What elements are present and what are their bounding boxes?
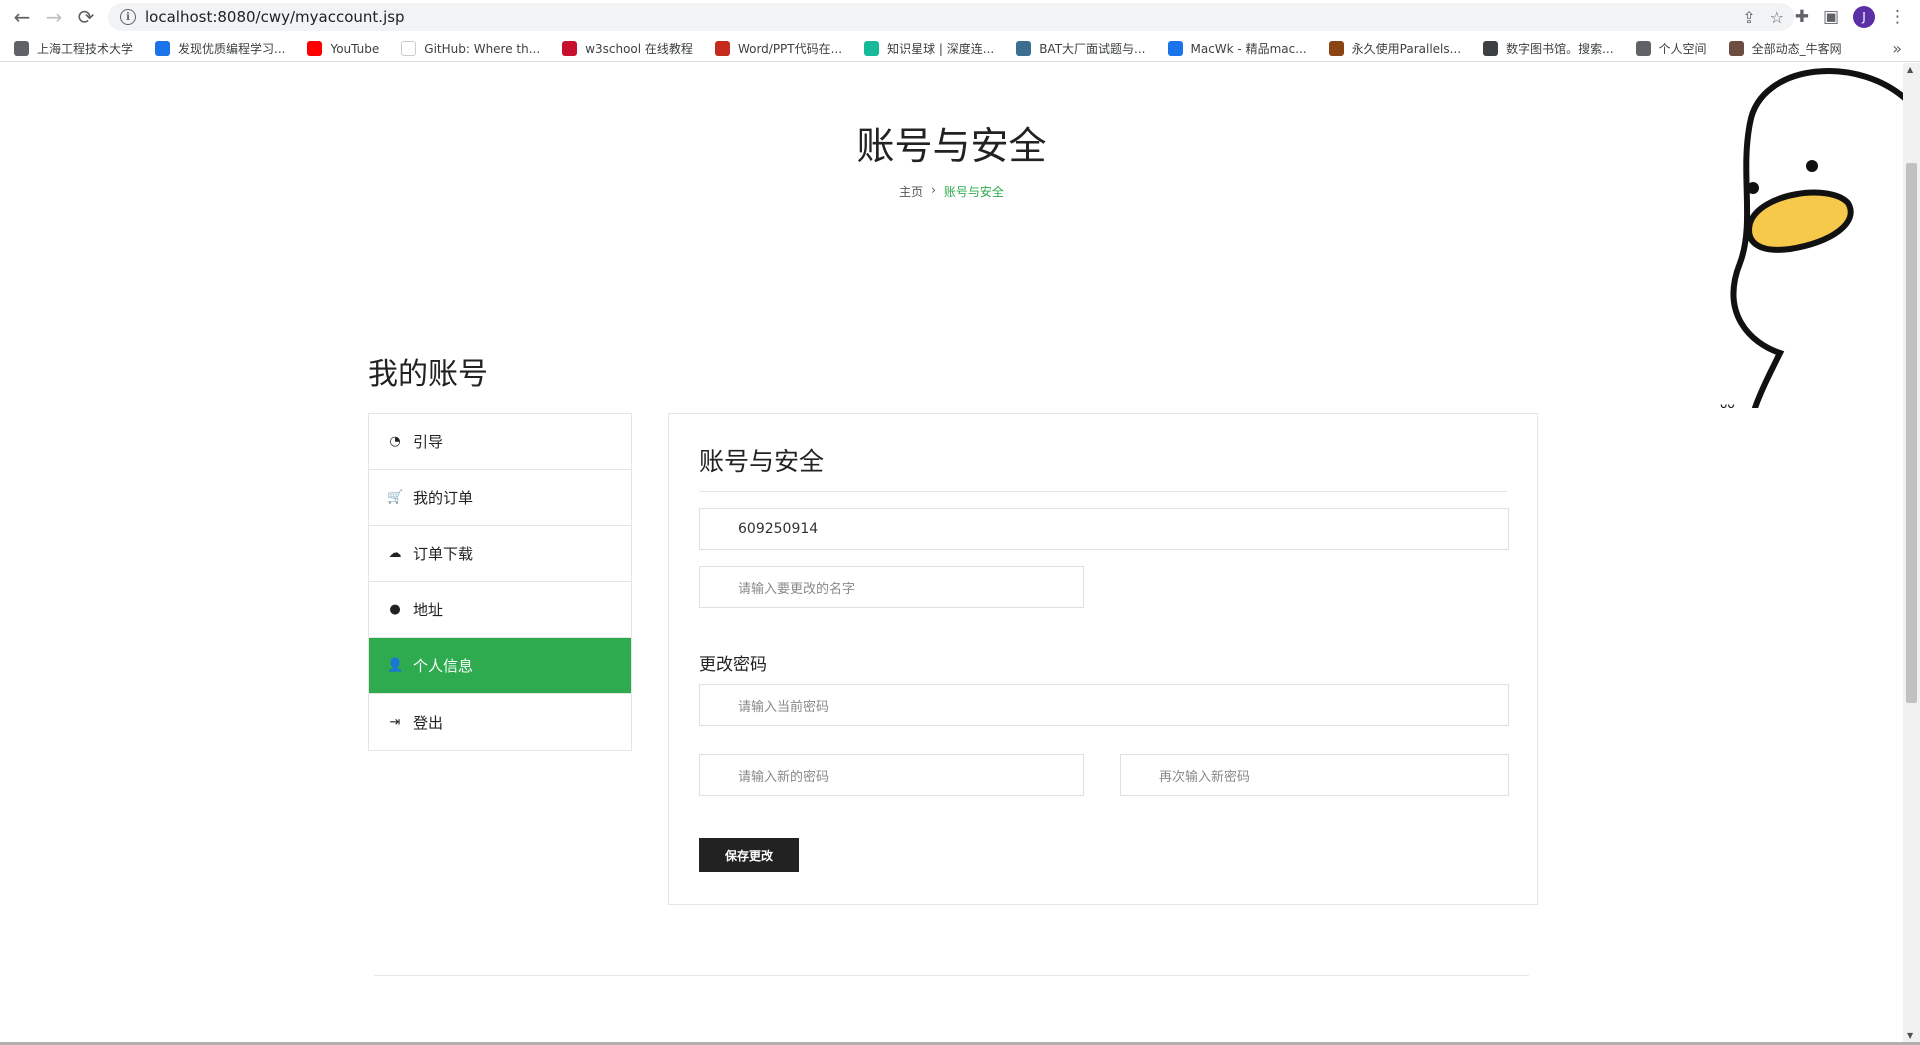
extensions-icon[interactable]: ✚	[1795, 7, 1809, 27]
account-sidebar: ◔ 引导 🛒 我的订单 ☁ 订单下载 ● 地址 👤 个人信息 ⇥ 登出	[368, 413, 632, 751]
bookmark-label: 知识星球 | 深度连...	[887, 42, 995, 56]
sidebar-item[interactable]: ⇥ 登出	[369, 694, 631, 750]
breadcrumb-home[interactable]: 主页	[899, 183, 923, 200]
code-icon	[155, 41, 171, 56]
account-field[interactable]: 609250914	[699, 508, 1509, 550]
youtube-icon	[307, 41, 323, 56]
new-password-field[interactable]: 请输入新的密码	[699, 754, 1084, 796]
user-icon: 👤	[387, 658, 404, 673]
bookmark-item[interactable]: 永久使用Parallels...	[1328, 40, 1462, 57]
sign-out-icon: ⇥	[389, 714, 401, 730]
sidebar-item[interactable]: 👤 个人信息	[369, 638, 631, 694]
duck-mascot-illustration: ᴗᴗ	[1720, 67, 1910, 408]
github-icon	[401, 41, 417, 56]
bookmark-item[interactable]: 个人空间	[1635, 40, 1707, 57]
site-info-icon[interactable]: i	[120, 9, 136, 25]
bookmark-star-icon[interactable]: ☆	[1770, 8, 1784, 27]
section-title: 我的账号	[368, 357, 488, 392]
bookmark-item[interactable]: MacWk - 精品mac...	[1167, 40, 1307, 57]
reload-icon[interactable]: ⟳	[70, 1, 102, 33]
side-panel-icon[interactable]: ▣	[1823, 7, 1839, 27]
forward-arrow-icon[interactable]: →	[38, 1, 70, 33]
zsxq-icon	[864, 41, 880, 56]
bookmark-item[interactable]: BAT大厂面试题与...	[1016, 40, 1146, 57]
sidebar-item[interactable]: ◔ 引导	[369, 414, 631, 470]
bookmark-label: MacWk - 精品mac...	[1190, 42, 1307, 56]
sidebar-item-label: 订单下载	[413, 545, 474, 563]
bookmark-label: 永久使用Parallels...	[1351, 42, 1462, 56]
map-marker-icon: ●	[389, 602, 401, 617]
dashboard-icon: ◔	[389, 434, 401, 449]
address-url[interactable]: localhost:8080/cwy/myaccount.jsp	[145, 8, 405, 26]
confirm-password-field[interactable]: 再次输入新密码	[1120, 754, 1509, 796]
word-icon	[714, 41, 730, 56]
bookmark-item[interactable]: 知识星球 | 深度连...	[864, 40, 994, 57]
bookmark-item[interactable]: 数字图书馆。搜索...	[1483, 40, 1614, 57]
bat-icon	[1016, 41, 1032, 56]
sidebar-item-label: 个人信息	[413, 657, 474, 675]
menu-kebab-icon[interactable]: ⋮	[1889, 7, 1906, 27]
bookmarks-bar: 上海工程技术大学 发现优质编程学习... YouTube GitHub: Where …	[0, 36, 1920, 62]
bookmark-item[interactable]: GitHub: Where th...	[401, 41, 540, 56]
scroll-up-arrow-icon[interactable]: ▲	[1907, 65, 1913, 74]
panel-title: 账号与安全	[699, 447, 825, 476]
password-section-title: 更改密码	[699, 655, 767, 675]
bookmark-label: Word/PPT代码在...	[737, 42, 843, 56]
bookmark-label: 个人空间	[1658, 42, 1707, 56]
parallels-icon	[1328, 41, 1344, 56]
svg-text:ᴗᴗ: ᴗᴗ	[1720, 397, 1735, 408]
page-scrollbar[interactable]: ▲ ▼	[1903, 63, 1920, 1042]
bookmark-label: 上海工程技术大学	[37, 42, 134, 56]
breadcrumb-current: 账号与安全	[943, 185, 1004, 199]
bookmark-label: 发现优质编程学习...	[178, 42, 286, 56]
profile-avatar[interactable]: J	[1853, 6, 1875, 28]
sidebar-item-label: 引导	[413, 433, 444, 451]
bookmarks-overflow-icon[interactable]: »	[1892, 39, 1902, 58]
bookmark-item[interactable]: YouTube	[307, 41, 379, 56]
divider	[699, 491, 1507, 492]
account-security-panel: 账号与安全 609250914 请输入要更改的名字 更改密码 请输入当前密码 请…	[668, 413, 1538, 905]
w3school-icon	[562, 41, 578, 56]
scroll-down-arrow-icon[interactable]: ▼	[1907, 1031, 1913, 1040]
breadcrumb-separator-icon: ›	[931, 183, 936, 197]
sidebar-item-label: 地址	[413, 601, 444, 619]
cart-icon: 🛒	[387, 490, 404, 505]
bookmark-label: 全部动态_牛客网	[1751, 42, 1842, 56]
browser-toolbar: ← → ⟳ i localhost:8080/cwy/myaccount.jsp…	[0, 0, 1920, 34]
scroll-thumb[interactable]	[1906, 163, 1917, 703]
bookmark-item[interactable]: Word/PPT代码在...	[714, 40, 843, 57]
save-changes-button[interactable]: 保存更改	[699, 838, 799, 872]
sidebar-item[interactable]: 🛒 我的订单	[369, 470, 631, 526]
bookmark-label: 数字图书馆。搜索...	[1506, 42, 1614, 56]
bookmark-item[interactable]: w3school 在线教程	[562, 40, 693, 57]
sidebar-item-label: 登出	[413, 713, 444, 732]
macwk-icon	[1167, 41, 1183, 56]
bookmark-label: w3school 在线教程	[585, 42, 693, 56]
nowcoder-icon	[1728, 41, 1744, 56]
library-icon	[1483, 41, 1499, 56]
sidebar-item-label: 我的订单	[413, 489, 474, 507]
bookmark-item[interactable]: 发现优质编程学习...	[155, 40, 285, 57]
page-viewport: 账号与安全 主页 › 账号与安全 我的账号 ◔ 引导 🛒 我的订单 ☁ 订单下载 ● 地址 👤 个…	[0, 63, 1920, 1042]
bookmark-label: YouTube	[330, 41, 380, 56]
bookmark-item[interactable]: 上海工程技术大学	[14, 40, 133, 57]
footer-divider	[374, 975, 1529, 976]
name-field[interactable]: 请输入要更改的名字	[699, 566, 1084, 608]
current-password-field[interactable]: 请输入当前密码	[699, 684, 1509, 726]
cloud-download-icon: ☁	[388, 546, 402, 561]
bookmark-label: BAT大厂面试题与...	[1039, 42, 1146, 56]
sidebar-item[interactable]: ☁ 订单下载	[369, 526, 631, 582]
globe-icon	[14, 41, 29, 56]
sidebar-item[interactable]: ● 地址	[369, 582, 631, 638]
bookmark-item[interactable]: 全部动态_牛客网	[1728, 40, 1842, 57]
address-bar[interactable]: i localhost:8080/cwy/myaccount.jsp ⇪ ☆	[108, 3, 1794, 31]
back-arrow-icon[interactable]: ←	[6, 1, 38, 33]
globe-icon	[1635, 41, 1651, 56]
share-icon[interactable]: ⇪	[1742, 8, 1755, 27]
bookmark-label: GitHub: Where th...	[424, 41, 541, 56]
